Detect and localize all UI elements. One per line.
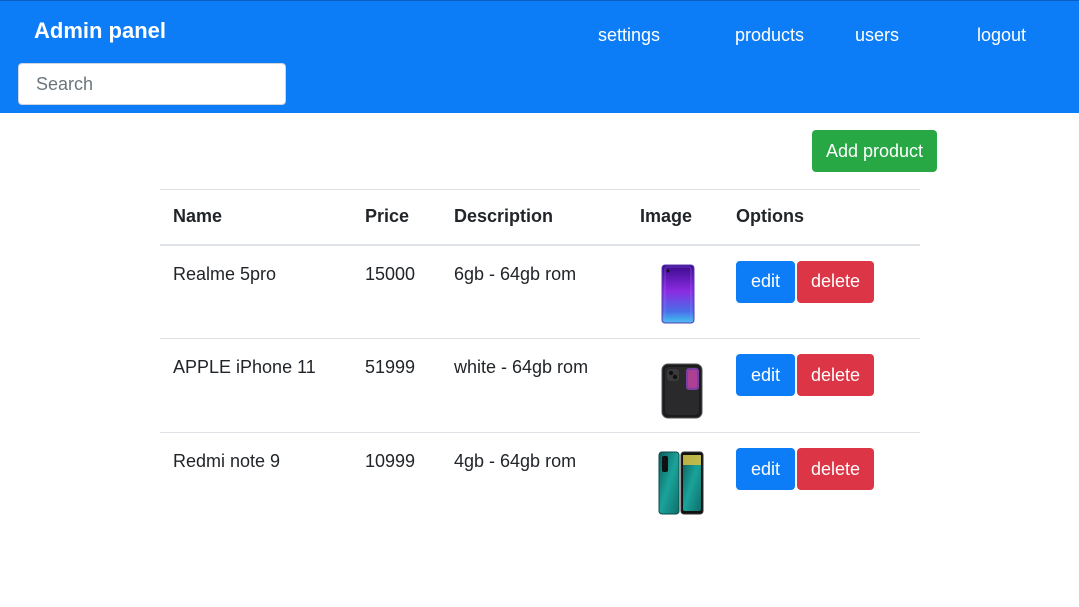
search-input[interactable] — [18, 63, 286, 105]
cell-image — [627, 432, 723, 527]
table-row: Redmi note 9 10999 4gb - 64gb rom edit d… — [160, 432, 920, 527]
nav-link-products[interactable]: products — [735, 25, 804, 46]
cell-options: edit delete — [723, 245, 920, 339]
edit-button[interactable]: edit — [736, 448, 795, 490]
product-image-realme — [661, 264, 723, 329]
nav-link-users[interactable]: users — [855, 25, 899, 46]
header-options: Options — [723, 189, 920, 246]
add-product-button[interactable]: Add product — [812, 130, 937, 172]
cell-price: 51999 — [352, 338, 441, 433]
header-image: Image — [627, 189, 723, 246]
header-price: Price — [352, 189, 441, 246]
cell-options: edit delete — [723, 432, 920, 527]
edit-button[interactable]: edit — [736, 354, 795, 396]
table-header-row: Name Price Description Image Options — [160, 189, 920, 246]
product-image-redmi — [658, 451, 723, 520]
edit-button[interactable]: edit — [736, 260, 795, 303]
table-row: Realme 5pro 15000 6gb - 64gb rom edit de… — [160, 245, 920, 339]
cell-price: 10999 — [352, 432, 441, 527]
delete-button[interactable]: delete — [797, 354, 874, 396]
brand-title: Admin panel — [34, 18, 167, 43]
product-image-iphone — [661, 357, 723, 424]
cell-image — [627, 338, 723, 433]
cell-name: Realme 5pro — [173, 263, 277, 284]
products-table: Name Price Description Image Options Rea… — [160, 189, 920, 527]
top-navbar: Admin panel settings products users logo… — [0, 0, 1079, 113]
cell-name: APPLE iPhone 11 — [160, 338, 352, 433]
header-name: Name — [160, 189, 352, 246]
delete-button[interactable]: delete — [797, 448, 874, 490]
cell-image — [627, 245, 723, 339]
cell-price: 15000 — [365, 263, 416, 284]
nav-link-logout[interactable]: logout — [977, 25, 1026, 46]
cell-description: 4gb - 64gb rom — [441, 432, 627, 527]
header-description: Description — [441, 189, 627, 246]
nav-link-settings[interactable]: settings — [598, 25, 660, 46]
table-row: APPLE iPhone 11 51999 white - 64gb rom e… — [160, 338, 920, 433]
cell-description: 6gb - 64gb rom — [454, 263, 577, 284]
delete-button[interactable]: delete — [797, 260, 874, 303]
cell-name: Redmi note 9 — [160, 432, 352, 527]
cell-description: white - 64gb rom — [441, 338, 627, 433]
cell-options: edit delete — [723, 338, 920, 433]
